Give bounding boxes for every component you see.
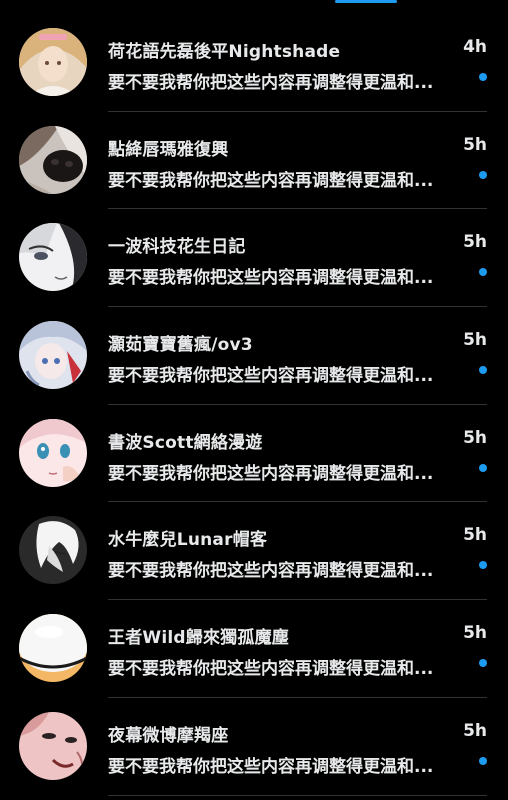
conversation-row[interactable]: 王者Wild歸來獨孤魔塵 5h 要不要我帮你把这些内容再调整得更温和... [0, 600, 508, 698]
conversation-row[interactable]: 點絳唇瑪雅復興 5h 要不要我帮你把这些内容再调整得更温和... [0, 112, 508, 210]
conversation-name: 荷花語先磊後平Nightshade [108, 42, 341, 62]
unread-dot-icon [479, 756, 487, 765]
unread-dot-icon [479, 659, 487, 668]
active-tab-indicator [335, 0, 397, 3]
conversation-time: 5h [463, 623, 487, 644]
white-egg-avatar[interactable] [19, 614, 87, 683]
unread-dot-icon [479, 73, 487, 81]
message-preview: 要不要我帮你把这些内容再调整得更温和... [108, 659, 434, 680]
conversation-name: 水牛麼兒Lunar帽客 [108, 530, 268, 551]
conversation-time: 5h [463, 134, 487, 155]
conversation-time: 5h [463, 525, 487, 546]
conversation-name: 王者Wild歸來獨孤魔塵 [108, 628, 289, 649]
message-preview: 要不要我帮你把这些内容再调整得更温和... [108, 170, 434, 191]
conversation-name: 灝茹寶寶舊瘋/ov3 [108, 335, 253, 356]
conversation-row[interactable]: 荷花語先磊後平Nightshade 4h 要不要我帮你把这些内容再调整得更温和.… [0, 14, 508, 112]
conversation-row[interactable]: 書波Scott網絡漫遊 5h 要不要我帮你把这些内容再调整得更温和... [0, 405, 508, 503]
anime-blue-eyes-avatar[interactable] [19, 418, 87, 487]
conversation-row[interactable]: 灝茹寶寶舊瘋/ov3 5h 要不要我帮你把这些内容再调整得更温和... [0, 307, 508, 405]
anime-silver-hair-avatar[interactable] [19, 321, 87, 390]
conversation-list: 荷花語先磊後平Nightshade 4h 要不要我帮你把这些内容再调整得更温和.… [0, 14, 508, 796]
conversation-row[interactable]: 水牛麼兒Lunar帽客 5h 要不要我帮你把这些内容再调整得更温和... [0, 502, 508, 601]
unread-dot-icon [479, 268, 487, 277]
dog-nose-avatar[interactable] [19, 125, 87, 194]
divider [108, 794, 487, 796]
conversation-time: 5h [463, 720, 487, 741]
conversation-time: 5h [463, 330, 487, 351]
anime-girl-blonde-avatar[interactable] [19, 28, 87, 96]
unread-dot-icon [479, 170, 487, 179]
conversation-time: 5h [463, 232, 487, 253]
message-preview: 要不要我帮你把这些内容再调整得更温和... [108, 756, 434, 777]
message-preview: 要不要我帮你把这些内容再调整得更温和... [108, 561, 434, 582]
message-preview: 要不要我帮你把这些内容再调整得更温和... [108, 463, 434, 484]
conversation-row[interactable]: 夜幕微博摩羯座 5h 要不要我帮你把这些内容再调整得更温和... [0, 698, 508, 796]
conversation-time: 5h [463, 427, 487, 448]
message-preview: 要不要我帮你把这些内容再调整得更温和... [108, 73, 434, 93]
conversation-name: 夜幕微博摩羯座 [108, 725, 229, 746]
conversation-name: 一波科技花生日記 [108, 237, 246, 258]
conversation-name: 點絳唇瑪雅復興 [108, 139, 229, 160]
anime-face-sketch-avatar[interactable] [19, 223, 87, 292]
unread-dot-icon [479, 366, 487, 375]
conversation-row[interactable]: 一波科技花生日記 5h 要不要我帮你把这些内容再调整得更温和... [0, 209, 508, 308]
anime-white-hair-dark-avatar[interactable] [19, 516, 87, 585]
conversation-time: 4h [463, 37, 487, 57]
unread-dot-icon [479, 561, 487, 570]
message-preview: 要不要我帮你把这些内容再调整得更温和... [108, 366, 434, 387]
message-preview: 要不要我帮你把这些内容再调整得更温和... [108, 268, 434, 289]
pink-face-avatar[interactable] [19, 711, 87, 780]
conversation-name: 書波Scott網絡漫遊 [108, 432, 263, 453]
messages-screen: 荷花語先磊後平Nightshade 4h 要不要我帮你把这些内容再调整得更温和.… [0, 0, 508, 800]
unread-dot-icon [479, 463, 487, 472]
